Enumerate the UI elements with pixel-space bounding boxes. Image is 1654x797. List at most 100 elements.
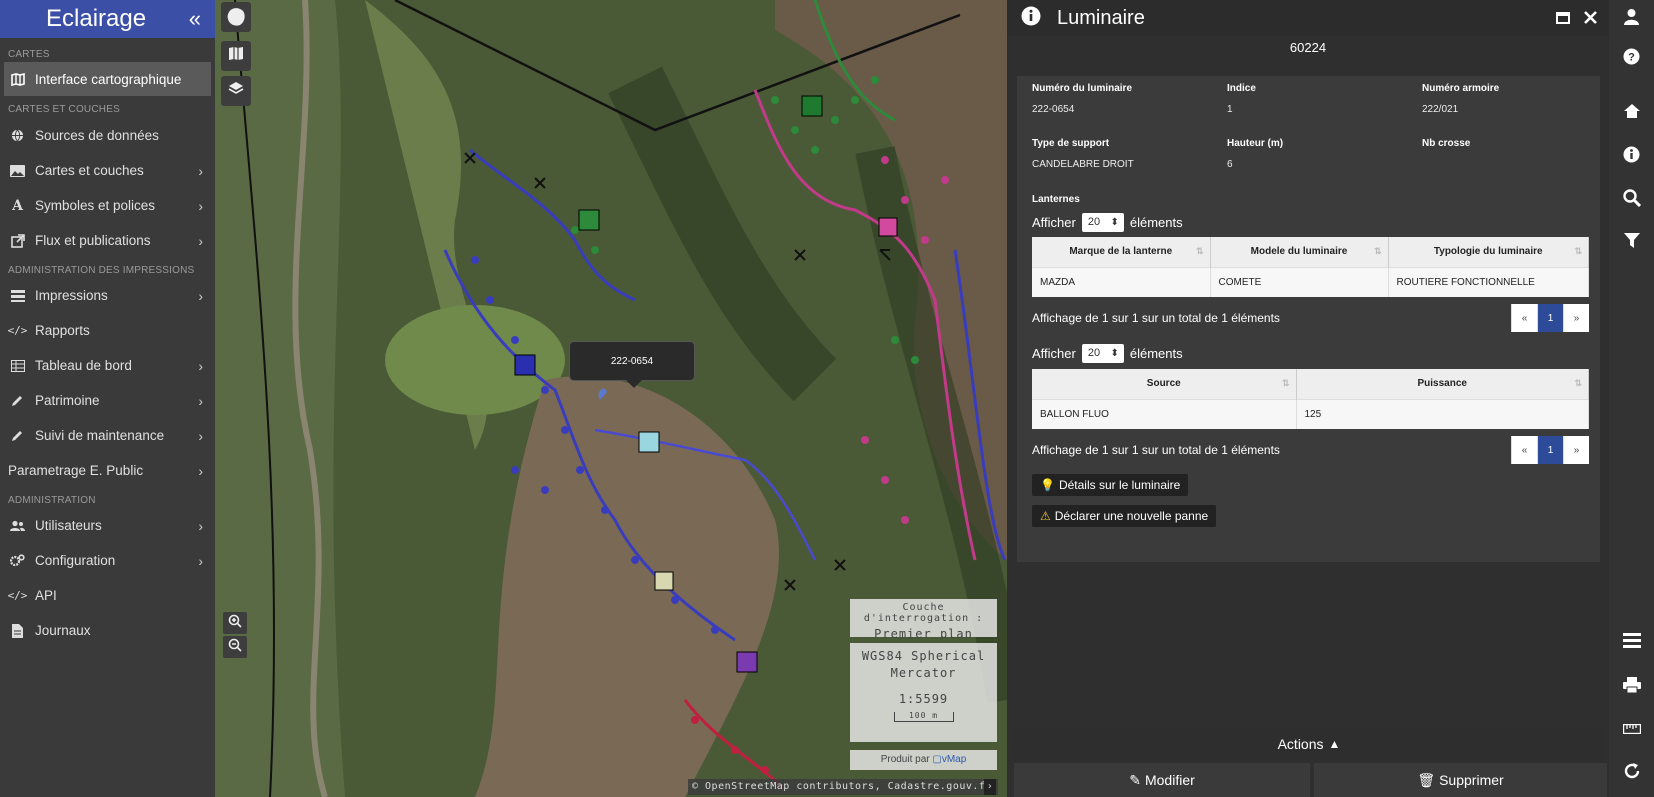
sidebar-item-configuration[interactable]: Configuration ›: [0, 543, 215, 578]
home-button[interactable]: [1609, 96, 1654, 130]
maximize-icon[interactable]: [1556, 8, 1570, 29]
map-attribution: © OpenStreetMap contributors, Cadastre.g…: [688, 779, 998, 795]
map-canvas[interactable]: 222-0654 Couche d'interrogation : Premie…: [215, 0, 1007, 797]
layers-tool[interactable]: [221, 76, 251, 106]
modify-button[interactable]: ✎ Modifier: [1014, 763, 1310, 797]
feature-list-button[interactable]: [1609, 626, 1654, 660]
table-header[interactable]: Source ⇅: [1032, 369, 1297, 399]
code-icon: </>: [7, 589, 28, 602]
chevron-right-icon: ›: [198, 162, 203, 179]
declare-panne-button[interactable]: ⚠ Déclarer une nouvelle panne: [1032, 505, 1217, 527]
map-layers-tool[interactable]: [221, 41, 251, 71]
sidebar-item-api[interactable]: </> API: [0, 578, 215, 613]
question-icon: ?: [1623, 48, 1640, 70]
attribution-text: © OpenStreetMap contributors, Cadastre.g…: [692, 781, 992, 792]
sidebar-item-label: Flux et publications: [35, 233, 151, 248]
sidebar-item-interface[interactable]: Interface cartographique: [4, 62, 211, 96]
external-link-icon: [10, 233, 25, 248]
table-cell: 125: [1296, 398, 1589, 429]
section-cartes-couches: Cartes et couches: [8, 104, 120, 115]
table-cell: COMETE: [1210, 266, 1389, 297]
logo-map-tool[interactable]: [221, 2, 251, 32]
actions-label: Actions: [1277, 735, 1324, 752]
measure-button[interactable]: [1609, 713, 1654, 747]
image-icon: [10, 163, 25, 178]
sidebar-item-patrimoine[interactable]: Patrimoine ›: [0, 383, 215, 418]
scalebar-label: 100 m: [908, 711, 939, 720]
pager-prev[interactable]: «: [1511, 304, 1537, 332]
sidebar: Eclairage « Cartes Interface cartographi…: [0, 0, 215, 797]
zoom-out-button[interactable]: [223, 636, 247, 658]
table-header[interactable]: Typologie du luminaire ⇅: [1388, 237, 1589, 267]
sidebar-item-label: Patrimoine: [35, 393, 100, 408]
sidebar-item-suivi[interactable]: Suivi de maintenance ›: [0, 418, 215, 453]
details-luminaire-button[interactable]: 💡 Détails sur le luminaire: [1032, 474, 1189, 496]
table-cell: ROUTIERE FONCTIONNELLE: [1388, 266, 1589, 297]
filter-icon: [1623, 233, 1640, 253]
sidebar-item-label: API: [35, 588, 57, 603]
zoom-in-button[interactable]: [223, 612, 247, 634]
pager-page[interactable]: 1: [1537, 436, 1563, 464]
query-layer-label: Couche d'interrogation :: [863, 602, 984, 624]
sidebar-item-symboles[interactable]: A Symboles et polices ›: [0, 188, 215, 223]
sidebar-item-impressions[interactable]: Impressions ›: [0, 278, 215, 313]
pagination-row: Affichage de 1 sur 1 sur un total de 1 é…: [1032, 304, 1589, 332]
sidebar-item-journaux[interactable]: Journaux: [0, 613, 215, 648]
list-icon: [1622, 633, 1641, 653]
table-row[interactable]: BALLON FLUO 125: [1032, 398, 1589, 429]
svg-text:?: ?: [1628, 52, 1635, 64]
numero-value: 222-0654: [1032, 104, 1075, 115]
print-button[interactable]: [1609, 670, 1654, 704]
page-size-select[interactable]: 20: [1081, 213, 1124, 232]
collapse-sidebar-icon[interactable]: «: [189, 6, 201, 32]
help-button[interactable]: ?: [1609, 42, 1654, 76]
sidebar-item-label: Sources de données: [35, 128, 159, 143]
sidebar-brand: Eclairage «: [0, 0, 215, 38]
user-button[interactable]: [1609, 2, 1654, 36]
search-button[interactable]: [1609, 183, 1654, 217]
pager-next[interactable]: »: [1563, 436, 1589, 464]
sidebar-item-flux[interactable]: Flux et publications ›: [0, 223, 215, 258]
scalebar: 100 m: [893, 711, 954, 722]
pagination-info: Affichage de 1 sur 1 sur un total de 1 é…: [1032, 443, 1280, 457]
feature-id: 60224: [1289, 40, 1327, 55]
sidebar-item-parametrage[interactable]: Parametrage E. Public ›: [0, 453, 215, 488]
refresh-button[interactable]: [1609, 756, 1654, 790]
filter-button[interactable]: [1609, 226, 1654, 260]
sidebar-item-tableau[interactable]: Tableau de bord ›: [0, 348, 215, 383]
attribution-collapse-icon[interactable]: ›: [984, 779, 996, 795]
actions-toggle[interactable]: Actions ▲: [1014, 727, 1604, 760]
query-layer-box[interactable]: Couche d'interrogation : Premier plan: [850, 599, 997, 641]
sidebar-item-rapports[interactable]: </> Rapports: [0, 313, 215, 348]
users-icon: [10, 518, 25, 533]
table-header[interactable]: Marque de la lanterne ⇅: [1032, 237, 1211, 267]
vmap-logo-icon: ▢: [932, 754, 942, 765]
lanternes-label: Lanternes: [1032, 194, 1080, 205]
panel-header: Luminaire: [1007, 0, 1609, 36]
sidebar-item-label: Cartes et couches: [35, 163, 144, 178]
table-cell: BALLON FLUO: [1032, 398, 1297, 429]
pager: « 1 »: [1511, 436, 1589, 464]
pager-prev[interactable]: «: [1511, 436, 1537, 464]
sidebar-item-cartes-couches[interactable]: Cartes et couches ›: [0, 153, 215, 188]
sidebar-item-label: Impressions: [35, 288, 108, 303]
right-toolbar: ?: [1609, 0, 1654, 797]
pager-next[interactable]: »: [1563, 304, 1589, 332]
delete-label: Supprimer: [1439, 772, 1504, 788]
info-button[interactable]: [1609, 140, 1654, 174]
close-icon[interactable]: [1584, 8, 1597, 29]
hauteur-value: 6: [1227, 159, 1233, 170]
sidebar-item-sources[interactable]: Sources de données: [0, 118, 215, 153]
table-row[interactable]: MAZDA COMETE ROUTIERE FONCTIONNELLE: [1032, 266, 1589, 297]
sidebar-item-utilisateurs[interactable]: Utilisateurs ›: [0, 508, 215, 543]
table-header[interactable]: Puissance ⇅: [1296, 369, 1589, 399]
numero-label: Numéro du luminaire: [1032, 83, 1133, 94]
table-header[interactable]: Modele du luminaire ⇅: [1210, 237, 1389, 267]
page-size-select[interactable]: 20: [1081, 344, 1124, 363]
produced-by-box[interactable]: Produit par ▢vMap: [850, 750, 997, 770]
zoom-in-icon: [228, 614, 242, 633]
pager-page[interactable]: 1: [1537, 304, 1563, 332]
vmap-link[interactable]: vMap: [942, 754, 966, 765]
map-icon: [10, 72, 25, 87]
delete-button[interactable]: 🗑 Supprimer: [1314, 763, 1607, 797]
